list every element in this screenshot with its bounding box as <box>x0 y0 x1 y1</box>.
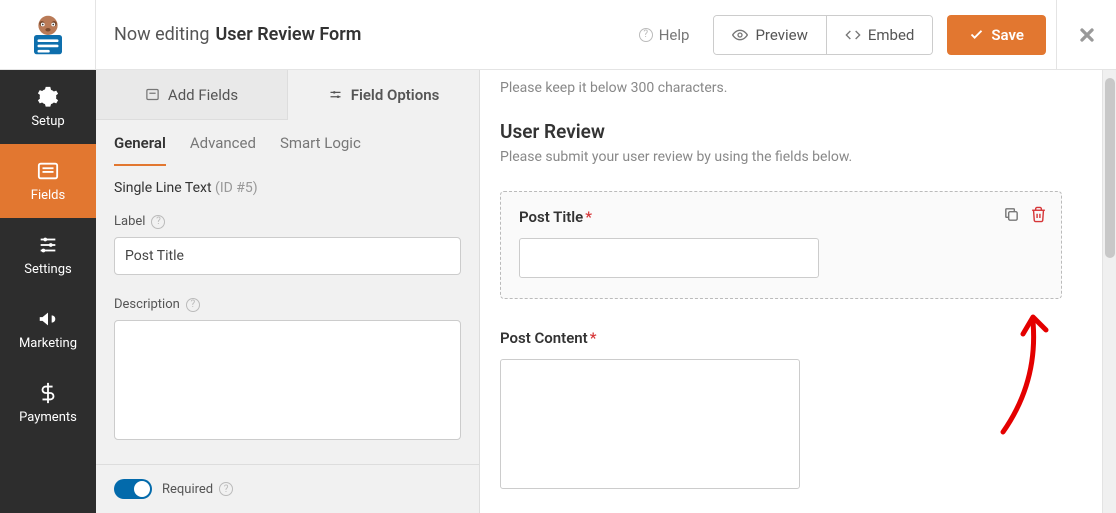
preview-button[interactable]: Preview <box>714 16 825 54</box>
help-label: Help <box>659 26 690 44</box>
sidebar-fields-label: Fields <box>31 188 65 203</box>
post-content-input[interactable] <box>500 359 800 489</box>
tab-add-fields[interactable]: Add Fields <box>96 70 287 120</box>
form-preview-canvas: Please keep it below 300 characters. Use… <box>480 70 1102 513</box>
dollar-icon <box>37 382 59 404</box>
subtab-general[interactable]: General <box>114 134 166 166</box>
description-label-text: Description <box>114 297 180 312</box>
field-type-name: Single Line Text <box>114 180 212 196</box>
preview-embed-group: Preview Embed <box>713 15 933 55</box>
tab-add-fields-label: Add Fields <box>168 86 238 104</box>
top-header: Now editing User Review Form ? Help Prev… <box>0 0 1116 70</box>
sidebar-payments-label: Payments <box>19 410 77 425</box>
description-row: Description ? <box>114 297 461 312</box>
help-icon: ? <box>639 28 653 42</box>
list-icon <box>37 160 59 182</box>
sidebar-item-payments[interactable]: Payments <box>0 366 96 440</box>
help-icon[interactable]: ? <box>219 482 233 496</box>
char-limit-hint: Please keep it below 300 characters. <box>500 80 1062 96</box>
code-icon <box>845 27 861 43</box>
help-link[interactable]: ? Help <box>629 26 700 44</box>
section-description: Please submit your user review by using … <box>500 149 1062 165</box>
field-options-panel: Add Fields Field Options General Advance… <box>96 70 480 513</box>
sidebar-item-settings[interactable]: Settings <box>0 218 96 292</box>
form-name[interactable]: User Review Form <box>215 24 361 45</box>
help-icon[interactable]: ? <box>186 298 200 312</box>
trash-icon[interactable] <box>1030 206 1047 223</box>
description-input[interactable] <box>114 320 461 440</box>
eye-icon <box>732 27 748 43</box>
field-post-content[interactable]: Post Content* <box>500 329 1062 489</box>
bullhorn-icon <box>37 308 59 330</box>
required-asterisk: * <box>590 329 597 347</box>
editing-prefix: Now editing <box>114 24 209 45</box>
sidebar-marketing-label: Marketing <box>19 336 77 351</box>
close-icon <box>1077 25 1097 45</box>
field-label: Post Content* <box>500 329 1062 347</box>
post-title-label-text: Post Title <box>519 208 583 226</box>
tab-field-options-label: Field Options <box>351 86 440 104</box>
required-asterisk: * <box>585 208 592 226</box>
field-label: Post Title* <box>519 208 1043 226</box>
scroll-thumb[interactable] <box>1105 78 1115 258</box>
post-content-label-text: Post Content <box>500 329 588 347</box>
sidebar-setup-label: Setup <box>31 114 64 129</box>
form-icon <box>145 87 160 102</box>
tab-field-options[interactable]: Field Options <box>287 70 479 120</box>
wpforms-logo-icon <box>27 14 69 56</box>
post-title-input[interactable] <box>519 238 819 278</box>
field-type-heading: Single Line Text (ID #5) <box>114 180 461 196</box>
page-title: Now editing User Review Form <box>96 24 629 45</box>
label-input[interactable] <box>114 237 461 275</box>
field-id: (ID #5) <box>215 180 258 196</box>
required-label: Required <box>162 482 213 497</box>
sidebar-settings-label: Settings <box>24 262 71 277</box>
save-label: Save <box>991 26 1024 44</box>
sidebar-item-setup[interactable]: Setup <box>0 70 96 144</box>
selected-field-post-title[interactable]: Post Title* <box>500 191 1062 299</box>
subtab-advanced[interactable]: Advanced <box>190 134 256 166</box>
logo <box>0 0 96 70</box>
sidebar-item-marketing[interactable]: Marketing <box>0 292 96 366</box>
subtab-smart-logic[interactable]: Smart Logic <box>280 134 361 166</box>
embed-label: Embed <box>868 26 915 44</box>
gear-icon <box>37 86 59 108</box>
section-title[interactable]: User Review <box>500 120 1062 143</box>
save-button[interactable]: Save <box>947 15 1046 55</box>
duplicate-icon[interactable] <box>1003 206 1020 223</box>
main-sidebar: Setup Fields Settings Marketing Payments <box>0 70 96 513</box>
close-button[interactable] <box>1056 0 1116 70</box>
required-toggle[interactable] <box>114 479 152 499</box>
sliders-icon <box>328 88 343 103</box>
sidebar-item-fields[interactable]: Fields <box>0 144 96 218</box>
help-icon[interactable]: ? <box>151 215 165 229</box>
embed-button[interactable]: Embed <box>826 16 933 54</box>
label-text: Label <box>114 214 145 229</box>
vertical-scrollbar[interactable] <box>1102 70 1116 513</box>
check-icon <box>969 27 984 42</box>
label-row: Label ? <box>114 214 461 229</box>
sliders-icon <box>37 234 59 256</box>
preview-label: Preview <box>755 26 807 44</box>
